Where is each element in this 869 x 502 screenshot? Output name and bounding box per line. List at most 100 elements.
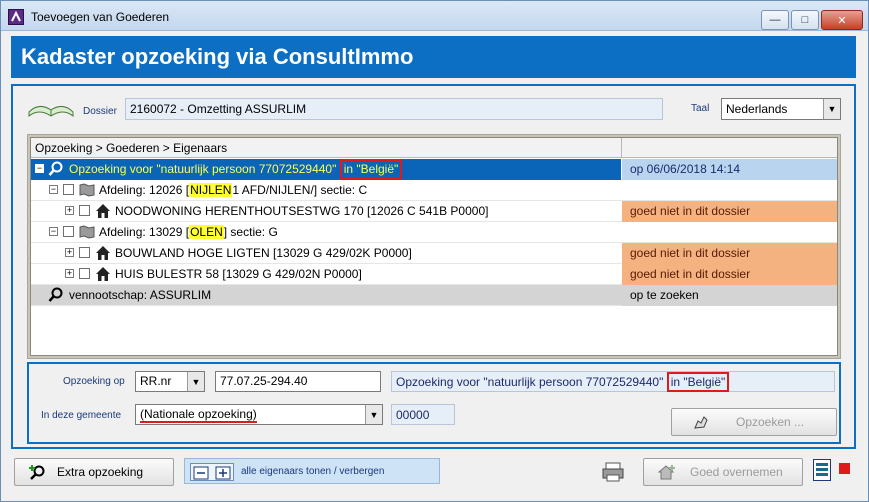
toggle-owners-strip: alle eigenaars tonen / verbergen <box>184 458 440 484</box>
collapse-icon[interactable]: − <box>49 227 58 236</box>
result-tree: Opzoeking > Goederen > Eigenaars − Opzoe… <box>30 137 838 356</box>
minimize-button[interactable]: — <box>761 10 789 30</box>
search-number-input[interactable]: 77.07.25-294.40 <box>215 371 381 392</box>
company-label: vennootschap: ASSURLIM <box>69 288 212 302</box>
afdeling-label: Afdeling: 13029 [OLEN] sectie: G <box>99 225 278 239</box>
window-title: Toevoegen van Goederen <box>31 10 170 24</box>
application-window: Toevoegen van Goederen — □ ✕ Kadaster op… <box>0 0 869 502</box>
tree-row-property[interactable]: + HUIS BULESTR 58 [13029 G 429/02N P0000… <box>31 264 837 285</box>
printer-icon[interactable] <box>601 461 625 483</box>
afdeling-label: Afdeling: 12026 [NIJLEN1 AFD/NIJLEN/] se… <box>99 183 368 197</box>
tree-header: Opzoeking > Goederen > Eigenaars <box>31 138 837 158</box>
extra-search-button[interactable]: Extra opzoeking <box>14 458 174 486</box>
accept-property-button[interactable]: Goed overnemen <box>643 458 803 486</box>
expand-icon[interactable]: + <box>65 269 74 278</box>
maximize-button[interactable]: □ <box>791 10 819 30</box>
list-view-icon[interactable] <box>813 459 831 481</box>
close-icon: ✕ <box>837 14 847 27</box>
app-logo-icon <box>8 9 24 25</box>
hand-search-icon <box>694 416 708 429</box>
expand-icon[interactable]: + <box>65 248 74 257</box>
tree-row-property[interactable]: + NOODWONING HERENTHOUTSESTWG 170 [12026… <box>31 201 837 222</box>
search-timestamp: op 06/06/2018 14:14 <box>622 159 837 180</box>
map-icon <box>79 225 95 239</box>
toggle-owners-button[interactable] <box>190 463 234 481</box>
gemeente-code: 00000 <box>391 404 455 425</box>
magnifier-icon <box>48 161 63 176</box>
search-description: Opzoeking voor "natuurlijk persoon 77072… <box>391 371 835 392</box>
property-label: BOUWLAND HOGE LIGTEN [13029 G 429/02K P0… <box>115 246 412 260</box>
search-type-select[interactable]: RR.nr ▼ <box>135 371 205 392</box>
tree-row-main: + NOODWONING HERENTHOUTSESTWG 170 [12026… <box>31 201 621 222</box>
column-separator <box>621 138 622 158</box>
taal-label: Taal <box>691 103 710 114</box>
tree-row-property[interactable]: + BOUWLAND HOGE LIGTEN [13029 G 429/02K … <box>31 243 837 264</box>
language-select-value: Nederlands <box>726 102 788 116</box>
company-status: op te zoeken <box>622 285 837 306</box>
gemeente-select[interactable]: (Nationale opzoeking) ▼ <box>135 404 383 425</box>
search-label: Opzoeking voor "natuurlijk persoon 77072… <box>69 159 403 179</box>
gemeente-label: In deze gemeente <box>41 410 122 421</box>
row-checkbox[interactable] <box>79 205 90 216</box>
expand-icon[interactable]: + <box>65 206 74 215</box>
chevron-down-icon[interactable]: ▼ <box>823 99 840 119</box>
search-button[interactable]: Opzoeken ... <box>671 408 837 436</box>
close-button[interactable]: ✕ <box>821 10 863 30</box>
search-button-label: Opzoeken ... <box>736 415 805 429</box>
search-panel: Opzoeking op RR.nr ▼ 77.07.25-294.40 Opz… <box>27 362 841 444</box>
house-icon <box>96 204 110 218</box>
collapse-icon[interactable]: − <box>49 185 58 194</box>
row-checkbox[interactable] <box>79 247 90 258</box>
tree-row-main: − Afdeling: 12026 [NIJLEN1 AFD/NIJLEN/] … <box>31 180 621 201</box>
language-select[interactable]: Nederlands ▼ <box>721 98 841 120</box>
country-highlight: in "België" <box>339 159 403 179</box>
row-checkbox[interactable] <box>63 226 74 237</box>
gemeente-value: (Nationale opzoeking) <box>140 407 257 423</box>
book-logo-icon <box>27 96 75 120</box>
page-title: Kadaster opzoeking via ConsultImmo <box>21 44 414 69</box>
tree-row-main: vennootschap: ASSURLIM <box>31 285 621 306</box>
tree-row-afdeling[interactable]: − Afdeling: 12026 [NIJLEN1 AFD/NIJLEN/] … <box>31 180 837 201</box>
tree-row-main: + HUIS BULESTR 58 [13029 G 429/02N P0000… <box>31 264 621 285</box>
expand-collapse-icon <box>193 466 231 480</box>
tree-row-search-person[interactable]: − Opzoeking voor "natuurlijk persoon 770… <box>31 159 837 180</box>
tree-row-main: + BOUWLAND HOGE LIGTEN [13029 G 429/02K … <box>31 243 621 264</box>
extra-search-label: Extra opzoeking <box>57 465 144 479</box>
search-type-label: Opzoeking op <box>63 376 125 387</box>
header-banner: Kadaster opzoeking via ConsultImmo <box>11 36 856 78</box>
property-label: HUIS BULESTR 58 [13029 G 429/02N P0000] <box>115 267 362 281</box>
country-highlight: in "België" <box>666 372 730 392</box>
tree-row-main: − Afdeling: 13029 [OLEN] sectie: G <box>31 222 621 243</box>
result-tree-panel: Opzoeking > Goederen > Eigenaars − Opzoe… <box>27 134 841 359</box>
property-label: NOODWONING HERENTHOUTSESTWG 170 [12026 C… <box>115 204 489 218</box>
main-panel: Dossier 2160072 - Omzetting ASSURLIM Taa… <box>11 84 856 449</box>
status-indicator <box>839 463 850 474</box>
maximize-icon: □ <box>801 14 809 26</box>
property-status: goed niet in dit dossier <box>622 201 837 222</box>
toggle-owners-label: alle eigenaars tonen / verbergen <box>241 466 385 477</box>
map-icon <box>79 183 95 197</box>
property-status: goed niet in dit dossier <box>622 243 837 264</box>
property-status: goed niet in dit dossier <box>622 264 837 285</box>
accept-property-icon <box>658 465 675 480</box>
tree-row-main: − Opzoeking voor "natuurlijk persoon 770… <box>31 159 621 180</box>
add-search-icon <box>29 465 45 480</box>
dossier-field[interactable]: 2160072 - Omzetting ASSURLIM <box>125 98 663 120</box>
title-bar: Toevoegen van Goederen — □ ✕ <box>1 1 868 31</box>
tree-column-header: Opzoeking > Goederen > Eigenaars <box>35 141 228 155</box>
accept-property-label: Goed overnemen <box>690 465 783 479</box>
tree-row-afdeling[interactable]: − Afdeling: 13029 [OLEN] sectie: G <box>31 222 837 243</box>
dossier-label: Dossier <box>83 106 117 117</box>
minimize-icon: — <box>769 14 781 26</box>
row-checkbox[interactable] <box>63 184 74 195</box>
chevron-down-icon[interactable]: ▼ <box>365 405 382 424</box>
row-checkbox[interactable] <box>79 268 90 279</box>
collapse-icon[interactable]: − <box>35 164 44 173</box>
tree-row-search-company[interactable]: vennootschap: ASSURLIM op te zoeken <box>31 285 837 306</box>
row-status <box>622 180 837 201</box>
chevron-down-icon[interactable]: ▼ <box>187 372 204 391</box>
house-icon <box>96 246 110 260</box>
search-type-value: RR.nr <box>140 374 172 388</box>
row-status <box>622 222 837 243</box>
magnifier-icon <box>48 287 63 302</box>
